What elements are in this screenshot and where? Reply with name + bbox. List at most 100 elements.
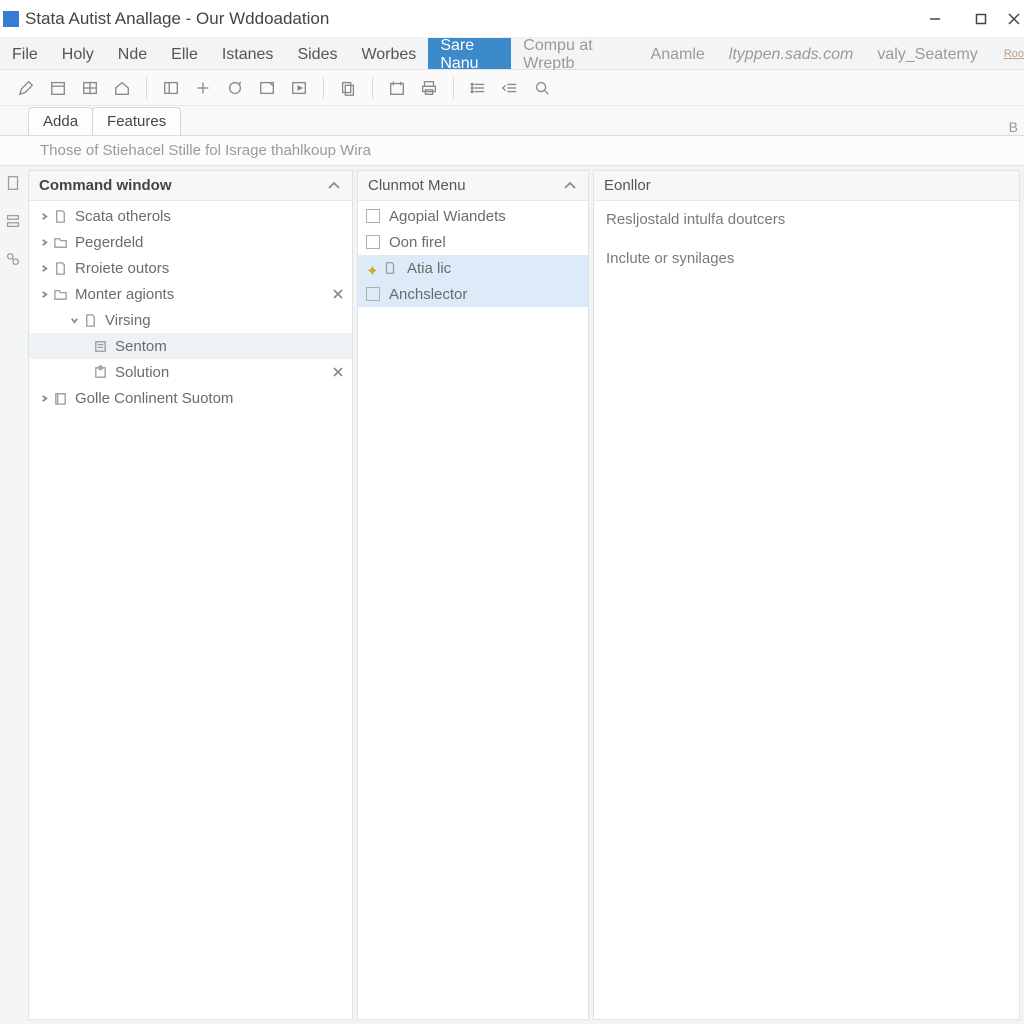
maximize-button[interactable]	[958, 0, 1004, 38]
tree-item[interactable]: Virsing	[29, 307, 352, 333]
editor-line: Resljostald intulfa doutcers	[594, 203, 1019, 228]
tree-item[interactable]: Monter agionts	[29, 281, 352, 307]
tabstrip: Adda Features B	[0, 106, 1024, 136]
calendar-icon[interactable]	[44, 74, 72, 102]
command-tree: Scata otherols Pegerdeld Rroiete outors …	[29, 201, 352, 1019]
tab-adda[interactable]: Adda	[28, 107, 93, 135]
close-button[interactable]	[1004, 0, 1024, 38]
checkbox-icon[interactable]	[366, 209, 380, 223]
date-icon[interactable]	[383, 74, 411, 102]
caret-right-icon	[37, 290, 51, 299]
list-icon[interactable]	[464, 74, 492, 102]
menu-sides[interactable]: Sides	[285, 38, 349, 69]
caret-right-icon	[37, 394, 51, 403]
toolbar-divider	[372, 77, 373, 99]
tree-label: Scata otherols	[75, 208, 171, 225]
panel-header-menu: Clunmot Menu	[358, 171, 588, 201]
panel-title: Clunmot Menu	[368, 177, 562, 194]
panel-header-editor: Eonllor	[594, 171, 1019, 201]
tree-label: Virsing	[105, 312, 151, 329]
collapse-icon[interactable]	[562, 178, 578, 194]
menu-item[interactable]: Anchslector	[358, 281, 588, 307]
panel-icon[interactable]	[157, 74, 185, 102]
panel-editor: Eonllor Resljostald intulfa doutcers Inc…	[593, 170, 1020, 1020]
outdent-icon[interactable]	[496, 74, 524, 102]
app-icon	[3, 11, 19, 27]
menu-item[interactable]: Oon firel	[358, 229, 588, 255]
tree-item[interactable]: Pegerdeld	[29, 229, 352, 255]
table-icon[interactable]	[76, 74, 104, 102]
checkbox-icon[interactable]	[366, 287, 380, 301]
search-icon[interactable]	[528, 74, 556, 102]
menu-holy[interactable]: Holy	[50, 38, 106, 69]
close-icon[interactable]	[330, 364, 346, 380]
side-rail	[0, 166, 28, 1024]
menu-elle[interactable]: Elle	[159, 38, 210, 69]
panel-title: Eonllor	[604, 177, 1009, 194]
editor-body[interactable]: Resljostald intulfa doutcers Inclute or …	[594, 201, 1019, 1019]
collapse-icon[interactable]	[326, 178, 342, 194]
toolbar-divider	[453, 77, 454, 99]
menu-item-selected[interactable]: ✦ Atia lic	[358, 255, 588, 281]
close-icon[interactable]	[330, 286, 346, 302]
menu-item-label: Oon firel	[389, 234, 446, 251]
tree-item[interactable]: Rroiete outors	[29, 255, 352, 281]
toolbar	[0, 70, 1024, 106]
menu-istanes[interactable]: Istanes	[210, 38, 286, 69]
tree-label: Monter agionts	[75, 286, 174, 303]
play-icon[interactable]	[285, 74, 313, 102]
menu-item-label: Anchslector	[389, 286, 467, 303]
rail-stack-icon[interactable]	[4, 212, 24, 232]
puzzle-icon	[91, 363, 109, 381]
menu-item-label: Agopial Wiandets	[389, 208, 506, 225]
window-title: Stata Autist Anallage - Our Wddoadation	[25, 9, 329, 29]
menu-trail-2[interactable]: Anamle	[639, 38, 717, 69]
menu-sare-nanu[interactable]: Sare Nanu	[428, 38, 511, 69]
menu-nde[interactable]: Nde	[106, 38, 159, 69]
main-area: Command window Scata otherols Pegerdeld …	[0, 166, 1024, 1024]
print-icon[interactable]	[415, 74, 443, 102]
menu-list: Agopial Wiandets Oon firel ✦ Atia lic An…	[358, 201, 588, 1019]
tree-item[interactable]: Scata otherols	[29, 203, 352, 229]
menu-worbes[interactable]: Worbes	[349, 38, 428, 69]
doc-icon	[91, 337, 109, 355]
menu-tiny-link[interactable]: Roo	[990, 38, 1024, 69]
panel-title: Command window	[39, 177, 326, 194]
home-icon[interactable]	[108, 74, 136, 102]
tree-item-selected[interactable]: Sentom	[29, 333, 352, 359]
plus-icon[interactable]	[189, 74, 217, 102]
rail-link-icon[interactable]	[4, 250, 24, 270]
panel-clunmot-menu: Clunmot Menu Agopial Wiandets Oon firel …	[357, 170, 589, 1020]
menu-trail-3[interactable]: ltyppen.sads.com	[717, 38, 866, 69]
window-icon[interactable]	[253, 74, 281, 102]
caret-down-icon	[67, 316, 81, 325]
tree-label: Sentom	[115, 338, 167, 355]
file-icon	[51, 207, 69, 225]
star-icon: ✦	[366, 262, 378, 274]
tab-features[interactable]: Features	[92, 107, 181, 135]
menu-trail-1[interactable]: Compu at Wreptb_	[511, 38, 638, 69]
titlebar: Stata Autist Anallage - Our Wddoadation	[0, 0, 1024, 38]
refresh-icon[interactable]	[221, 74, 249, 102]
book-icon	[51, 389, 69, 407]
folder-icon	[51, 285, 69, 303]
tree-label: Pegerdeld	[75, 234, 143, 251]
pencil-icon[interactable]	[12, 74, 40, 102]
copy-icon[interactable]	[334, 74, 362, 102]
tree-item[interactable]: Solution	[29, 359, 352, 385]
rail-doc-icon[interactable]	[4, 174, 24, 194]
minimize-button[interactable]	[912, 0, 958, 38]
file-icon	[51, 259, 69, 277]
tabstrip-right-label: B	[1009, 119, 1024, 135]
tree-item[interactable]: Golle Conlinent Suotom	[29, 385, 352, 411]
toolbar-divider	[323, 77, 324, 99]
tree-label: Rroiete outors	[75, 260, 169, 277]
menu-file[interactable]: File	[0, 38, 50, 69]
menubar: File Holy Nde Elle Istanes Sides Worbes …	[0, 38, 1024, 70]
checkbox-icon[interactable]	[366, 235, 380, 249]
tree-label: Golle Conlinent Suotom	[75, 390, 233, 407]
editor-line: Inclute or synilages	[594, 228, 1019, 267]
menu-item[interactable]: Agopial Wiandets	[358, 203, 588, 229]
hint-line: Those of Stiehacel Stille fol Israge tha…	[0, 136, 1024, 166]
menu-trail-4[interactable]: valy_Seatemy	[865, 38, 990, 69]
